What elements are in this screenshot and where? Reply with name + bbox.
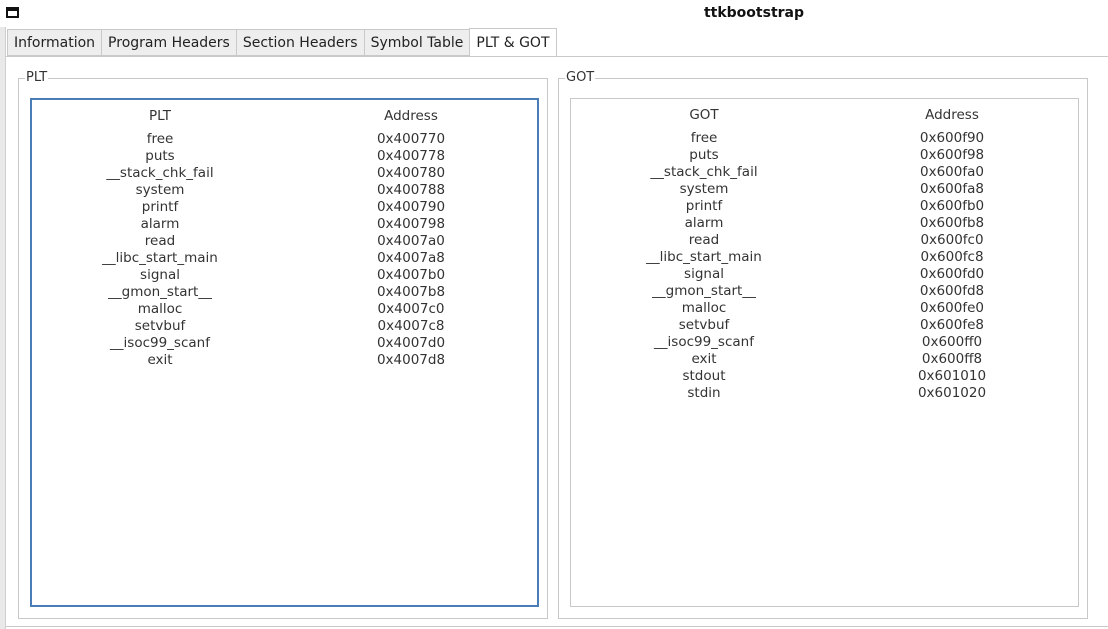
got-entry-name[interactable]: __isoc99_scanf	[594, 334, 814, 351]
plt-entry-address[interactable]: 0x400788	[311, 182, 511, 199]
got-list[interactable]: GOT free puts __stack_chk_fail system printf…	[570, 98, 1079, 607]
plt-entry-address[interactable]: 0x4007c0	[311, 301, 511, 318]
got-entry-address[interactable]: 0x600fa0	[852, 164, 1052, 181]
plt-list[interactable]: PLT free puts __stack_chk_fail system printf…	[30, 98, 539, 607]
plt-frame-label: PLT	[25, 70, 49, 86]
plt-entry-address[interactable]: 0x4007d8	[311, 352, 511, 369]
app-window: ttkbootstrap Information Program Headers…	[0, 0, 1108, 629]
got-address-column: Address 0x600f90 0x600f98 0x600fa0 0x600fa8…	[852, 99, 1052, 402]
got-entry-address[interactable]: 0x600fb0	[852, 198, 1052, 215]
got-entry-name[interactable]: __libc_start_main	[594, 249, 814, 266]
tab-plt-got[interactable]: PLT & GOT	[469, 28, 557, 57]
got-name-column: GOT free puts __stack_chk_fail system printf…	[594, 99, 814, 402]
got-entry-name[interactable]: __gmon_start__	[594, 283, 814, 300]
plt-entry-address[interactable]: 0x4007a8	[311, 250, 511, 267]
got-entry-address[interactable]: 0x600fe0	[852, 300, 1052, 317]
plt-entry-name[interactable]: read	[50, 233, 270, 250]
got-entry-name[interactable]: malloc	[594, 300, 814, 317]
got-entry-address[interactable]: 0x600fc8	[852, 249, 1052, 266]
plt-entry-name[interactable]: free	[50, 131, 270, 148]
got-frame: GOT GOT free puts __stack_chk_fail system pr…	[558, 70, 1088, 619]
plt-frame: PLT PLT free puts __stack_chk_fail system pr…	[18, 70, 548, 619]
notebook-border	[6, 56, 1108, 57]
plt-entry-name[interactable]: setvbuf	[50, 318, 270, 335]
plt-entry-name[interactable]: __stack_chk_fail	[50, 165, 270, 182]
got-entry-name[interactable]: setvbuf	[594, 317, 814, 334]
got-entry-address[interactable]: 0x600ff8	[852, 351, 1052, 368]
plt-entry-address[interactable]: 0x4007c8	[311, 318, 511, 335]
got-entry-address[interactable]: 0x600f90	[852, 130, 1052, 147]
notebook-bottom-border	[6, 626, 1108, 627]
got-entry-name[interactable]: signal	[594, 266, 814, 283]
plt-name-column: PLT free puts __stack_chk_fail system printf…	[50, 100, 270, 369]
got-entry-name[interactable]: read	[594, 232, 814, 249]
plt-entry-name[interactable]: __isoc99_scanf	[50, 335, 270, 352]
plt-entry-name[interactable]: exit	[50, 352, 270, 369]
plt-name-header: PLT	[148, 108, 172, 124]
plt-entry-address[interactable]: 0x400778	[311, 148, 511, 165]
window-title: ttkbootstrap	[703, 5, 805, 21]
plt-address-header: Address	[384, 108, 438, 124]
got-address-header: Address	[925, 107, 979, 123]
plt-entry-name[interactable]: system	[50, 182, 270, 199]
got-entry-name[interactable]: alarm	[594, 215, 814, 232]
got-entry-name[interactable]: printf	[594, 198, 814, 215]
got-entry-address[interactable]: 0x600fe8	[852, 317, 1052, 334]
got-entry-address[interactable]: 0x600fb8	[852, 215, 1052, 232]
tab-program-headers[interactable]: Program Headers	[101, 29, 236, 56]
got-entry-name[interactable]: exit	[594, 351, 814, 368]
plt-entry-name[interactable]: signal	[50, 267, 270, 284]
window-left-edge	[0, 27, 6, 629]
plt-entry-name[interactable]: printf	[50, 199, 270, 216]
tab-symbol-table[interactable]: Symbol Table	[363, 29, 470, 56]
title-bar[interactable]: ttkbootstrap	[0, 0, 1108, 27]
plt-entry-address[interactable]: 0x4007a0	[311, 233, 511, 250]
got-entry-address[interactable]: 0x600fd0	[852, 266, 1052, 283]
got-entry-name[interactable]: __stack_chk_fail	[594, 164, 814, 181]
plt-entry-name[interactable]: alarm	[50, 216, 270, 233]
got-entry-name[interactable]: system	[594, 181, 814, 198]
plt-entry-name[interactable]: puts	[50, 148, 270, 165]
got-entry-address[interactable]: 0x600ff0	[852, 334, 1052, 351]
got-entry-address[interactable]: 0x601020	[852, 385, 1052, 402]
got-entry-address[interactable]: 0x600fc0	[852, 232, 1052, 249]
got-entry-address[interactable]: 0x600fa8	[852, 181, 1052, 198]
got-entry-address[interactable]: 0x601010	[852, 368, 1052, 385]
plt-entry-address[interactable]: 0x400798	[311, 216, 511, 233]
got-frame-label: GOT	[565, 70, 596, 86]
notebook-tabs: Information Program Headers Section Head…	[7, 28, 557, 57]
got-name-header: GOT	[689, 107, 719, 123]
plt-entry-name[interactable]: __gmon_start__	[50, 284, 270, 301]
plt-entry-name[interactable]: __libc_start_main	[50, 250, 270, 267]
got-entry-name[interactable]: stdin	[594, 385, 814, 402]
got-entry-address[interactable]: 0x600fd8	[852, 283, 1052, 300]
plt-entry-address[interactable]: 0x400790	[311, 199, 511, 216]
plt-entry-address[interactable]: 0x400780	[311, 165, 511, 182]
plt-entry-name[interactable]: malloc	[50, 301, 270, 318]
got-entry-name[interactable]: puts	[594, 147, 814, 164]
got-entry-name[interactable]: free	[594, 130, 814, 147]
got-entry-name[interactable]: stdout	[594, 368, 814, 385]
plt-entry-address[interactable]: 0x4007b0	[311, 267, 511, 284]
plt-entry-address[interactable]: 0x4007d0	[311, 335, 511, 352]
plt-entry-address[interactable]: 0x4007b8	[311, 284, 511, 301]
tab-section-headers[interactable]: Section Headers	[235, 29, 364, 56]
plt-entry-address[interactable]: 0x400770	[311, 131, 511, 148]
plt-address-column: Address 0x400770 0x400778 0x400780 0x400788…	[311, 100, 511, 369]
tab-information[interactable]: Information	[7, 29, 102, 56]
got-entry-address[interactable]: 0x600f98	[852, 147, 1052, 164]
